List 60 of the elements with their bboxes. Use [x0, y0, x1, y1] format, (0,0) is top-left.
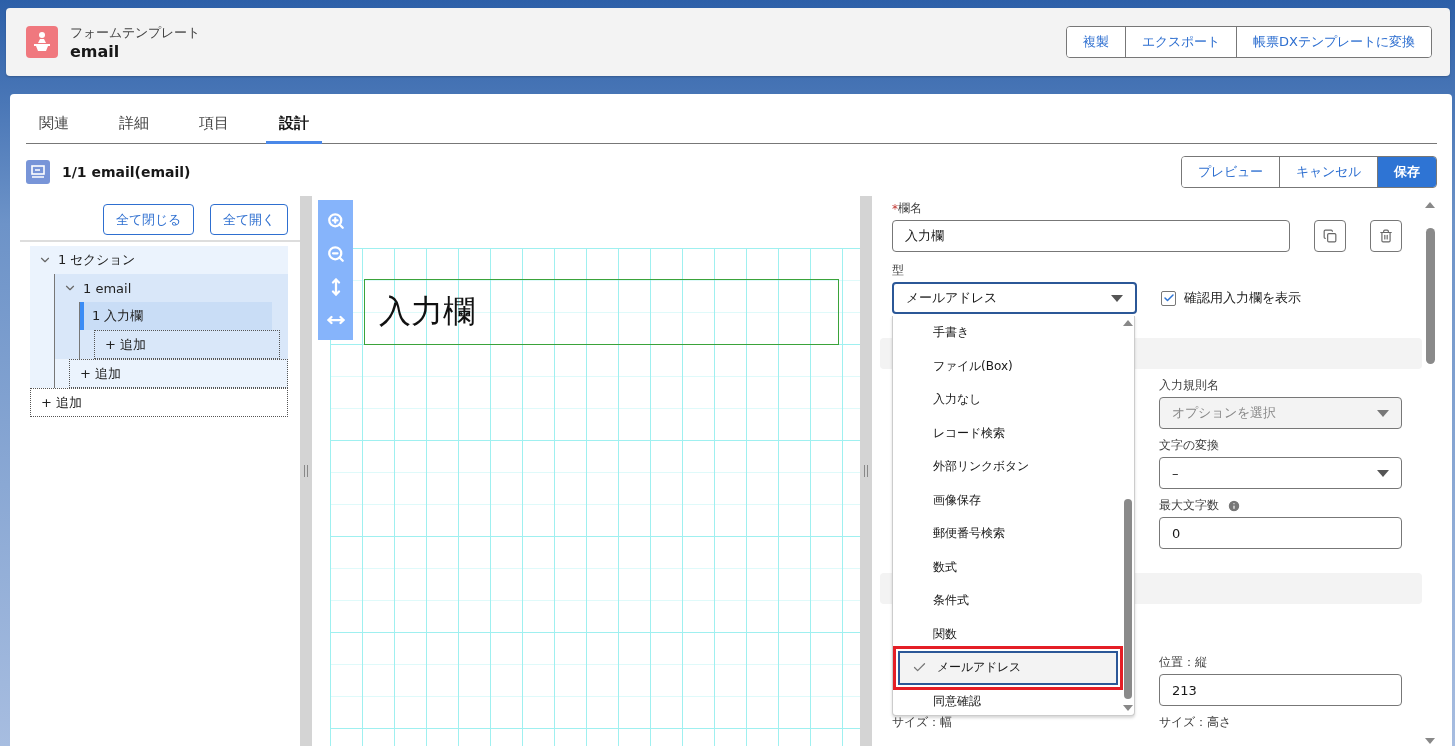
tree-item[interactable]: 1 セクション — [30, 246, 288, 274]
select-field[interactable]: メールアドレス — [892, 282, 1137, 314]
action-button[interactable]: エクスポート — [1125, 27, 1237, 57]
field-label: 最大文字数 — [1159, 497, 1219, 514]
zoom-in-icon[interactable] — [326, 211, 345, 230]
required-mark: * — [892, 201, 898, 216]
trash-icon — [1379, 229, 1393, 243]
caret-icon — [1377, 469, 1389, 477]
caret-icon — [1111, 294, 1123, 302]
field-label: 文字の変換 — [1159, 437, 1219, 454]
checkbox-label: 確認用入力欄を表示 — [1184, 289, 1301, 307]
input-field[interactable]: 213 — [1159, 674, 1402, 706]
tab[interactable]: 設計 — [266, 106, 322, 144]
grip-icon[interactable] — [864, 465, 868, 477]
checkbox[interactable] — [1161, 290, 1176, 306]
tree-item[interactable]: 1 email — [55, 274, 280, 302]
tree-button[interactable]: 全て開く — [210, 204, 288, 235]
caret-icon — [1377, 409, 1389, 417]
dropdown-option[interactable]: 同意確認 — [895, 684, 1122, 715]
form-icon — [26, 160, 50, 184]
dropdown-option[interactable]: 外部リンクボタン — [895, 450, 1122, 484]
dropdown-option[interactable]: 条件式 — [895, 584, 1122, 618]
dropdown-option[interactable]: 関数 — [895, 617, 1122, 651]
tab[interactable]: 関連 — [26, 106, 82, 144]
zoom-out-icon[interactable] — [326, 244, 345, 263]
page-title: 1/1 email(email) — [62, 164, 192, 180]
dropdown-option[interactable]: 郵便番号検索 — [895, 517, 1122, 551]
tab[interactable]: 詳細 — [106, 106, 162, 144]
add-item[interactable]: + 追加 — [69, 359, 288, 388]
field-label: 位置：縦 — [1159, 654, 1207, 671]
field-label: 欄名 — [898, 200, 922, 217]
copy-icon — [1323, 229, 1337, 243]
record-title: email — [70, 41, 121, 61]
dropdown-option[interactable]: 入力なし — [895, 383, 1122, 417]
dropdown-option[interactable]: レコード検索 — [895, 416, 1122, 450]
field-label: サイズ：幅 — [892, 714, 952, 731]
input-field[interactable]: 0 — [1159, 517, 1402, 549]
add-item[interactable]: + 追加 — [94, 330, 280, 359]
dropdown-option[interactable]: ファイル(Box) — [895, 349, 1122, 383]
select-field[interactable]: – — [1159, 457, 1402, 489]
dropdown-option[interactable]: 数式 — [895, 550, 1122, 584]
tab[interactable]: 項目 — [186, 106, 242, 144]
field-label: 型 — [892, 262, 904, 279]
dropdown-option[interactable]: 手書き — [895, 316, 1122, 350]
action-button[interactable]: 帳票DXテンプレートに変換 — [1236, 27, 1431, 57]
podium-icon — [26, 26, 58, 58]
tree-item[interactable]: 1 入力欄 — [80, 302, 272, 330]
field-label: 入力規則名 — [1159, 377, 1219, 394]
action-button[interactable]: 複製 — [1067, 27, 1126, 57]
delete-button[interactable] — [1370, 220, 1402, 252]
grip-icon[interactable] — [304, 465, 308, 477]
form-element[interactable]: 入力欄 — [364, 279, 839, 345]
add-item[interactable]: + 追加 — [30, 388, 288, 417]
tree-button[interactable]: 全て閉じる — [103, 204, 194, 235]
object-type-label: フォームテンプレート — [70, 23, 201, 42]
copy-button[interactable] — [1314, 220, 1346, 252]
dropdown-option[interactable]: 画像保存 — [895, 483, 1122, 517]
input-field[interactable]: 入力欄 — [892, 220, 1290, 252]
field-label: サイズ：高さ — [1159, 714, 1231, 731]
action-button[interactable]: 保存 — [1377, 157, 1436, 187]
